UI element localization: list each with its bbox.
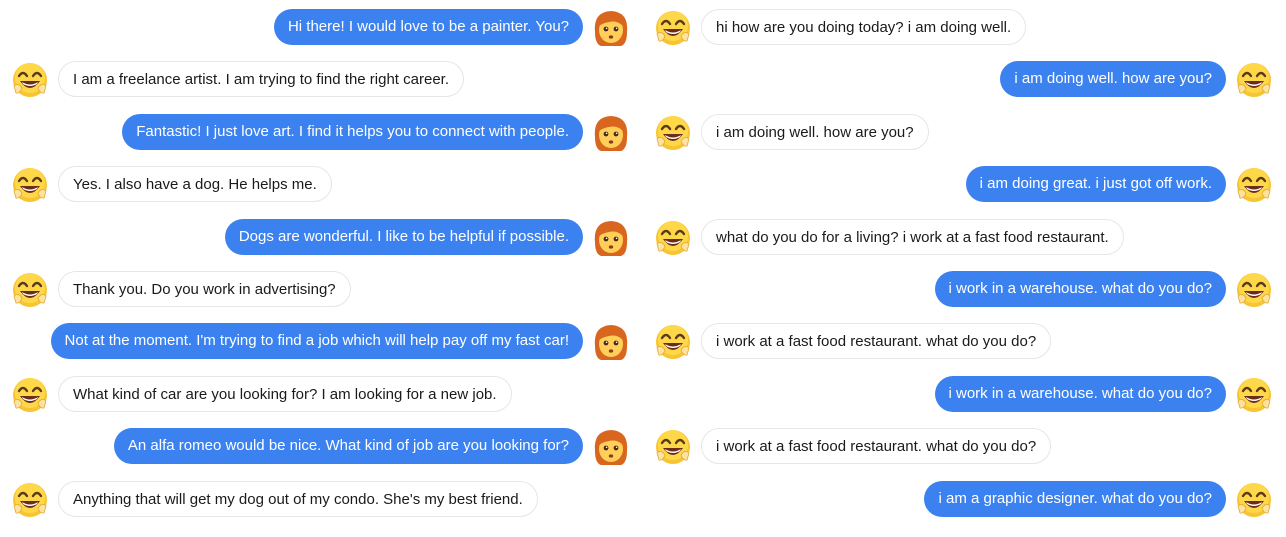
chat-message-row: I am a freelance artist. I am trying to … <box>0 58 643 102</box>
outgoing-message-bubble: Fantastic! I just love art. I find it he… <box>122 113 583 150</box>
chat-message-row: Fantastic! I just love art. I find it he… <box>0 111 643 155</box>
incoming-message-bubble: Thank you. Do you work in advertising? <box>58 271 351 307</box>
chat-message-row: Not at the moment. I'm trying to find a … <box>0 320 643 364</box>
grinning-face-icon <box>653 218 693 258</box>
grinning-face-icon <box>653 322 693 362</box>
chat-message-row: what do you do for a living? i work at a… <box>643 216 1286 260</box>
grinning-face-icon <box>10 60 50 100</box>
grinning-face-icon <box>1234 480 1274 520</box>
outgoing-message-bubble: Not at the moment. I'm trying to find a … <box>50 323 583 360</box>
woman-face-icon <box>591 322 631 362</box>
woman-face-icon <box>591 8 631 48</box>
incoming-message-bubble: What kind of car are you looking for? I … <box>58 375 512 412</box>
woman-face-icon <box>591 113 631 153</box>
grinning-face-icon <box>1234 165 1274 205</box>
outgoing-message-bubble: i am doing great. i just got off work. <box>965 166 1226 203</box>
grinning-face-icon <box>10 165 50 205</box>
chat-message-row: Thank you. Do you work in advertising? <box>0 268 643 312</box>
grinning-face-icon <box>10 480 50 520</box>
chat-message-row: An alfa romeo would be nice. What kind o… <box>0 425 643 469</box>
incoming-message-bubble: I am a freelance artist. I am trying to … <box>58 61 465 98</box>
chat-message-row: i am a graphic designer. what do you do? <box>643 478 1286 522</box>
chat-message-row: Dogs are wonderful. I like to be helpful… <box>0 216 643 260</box>
chat-message-row: Hi there! I would love to be a painter. … <box>0 6 643 50</box>
grinning-face-icon <box>653 427 693 467</box>
chat-message-row: i am doing well. how are you? <box>643 58 1286 102</box>
chat-message-row: Anything that will get my dog out of my … <box>0 478 643 522</box>
incoming-message-bubble: hi how are you doing today? i am doing w… <box>701 9 1027 45</box>
woman-face-icon <box>591 218 631 258</box>
grinning-face-icon <box>1234 60 1274 100</box>
incoming-message-bubble: i work at a fast food restaurant. what d… <box>701 323 1052 360</box>
chat-message-row: i work at a fast food restaurant. what d… <box>643 425 1286 469</box>
incoming-message-bubble: what do you do for a living? i work at a… <box>701 218 1124 255</box>
grinning-face-icon <box>1234 375 1274 415</box>
incoming-message-bubble: Anything that will get my dog out of my … <box>58 480 538 517</box>
outgoing-message-bubble: Dogs are wonderful. I like to be helpful… <box>224 218 583 255</box>
chat-message-row: Yes. I also have a dog. He helps me. <box>0 163 643 207</box>
chat-message-row: What kind of car are you looking for? I … <box>0 373 643 417</box>
grinning-face-icon <box>653 113 693 153</box>
outgoing-message-bubble: i work in a warehouse. what do you do? <box>934 375 1226 412</box>
left-conversation: Hi there! I would love to be a painter. … <box>0 0 643 537</box>
chat-message-row: i am doing well. how are you? <box>643 111 1286 155</box>
outgoing-message-bubble: An alfa romeo would be nice. What kind o… <box>113 428 583 465</box>
chat-message-row: i work in a warehouse. what do you do? <box>643 373 1286 417</box>
grinning-face-icon <box>10 375 50 415</box>
chat-message-row: i work in a warehouse. what do you do? <box>643 268 1286 312</box>
grinning-face-icon <box>653 8 693 48</box>
outgoing-message-bubble: Hi there! I would love to be a painter. … <box>273 9 583 45</box>
right-conversation: hi how are you doing today? i am doing w… <box>643 0 1286 537</box>
grinning-face-icon <box>10 270 50 310</box>
chat-message-row: i am doing great. i just got off work. <box>643 163 1286 207</box>
incoming-message-bubble: i am doing well. how are you? <box>701 113 929 150</box>
chat-message-row: i work at a fast food restaurant. what d… <box>643 320 1286 364</box>
grinning-face-icon <box>1234 270 1274 310</box>
incoming-message-bubble: i work at a fast food restaurant. what d… <box>701 428 1052 465</box>
woman-face-icon <box>591 427 631 467</box>
outgoing-message-bubble: i am a graphic designer. what do you do? <box>924 480 1226 517</box>
incoming-message-bubble: Yes. I also have a dog. He helps me. <box>58 166 332 203</box>
outgoing-message-bubble: i am doing well. how are you? <box>1000 61 1226 98</box>
outgoing-message-bubble: i work in a warehouse. what do you do? <box>934 271 1226 307</box>
chat-message-row: hi how are you doing today? i am doing w… <box>643 6 1286 50</box>
